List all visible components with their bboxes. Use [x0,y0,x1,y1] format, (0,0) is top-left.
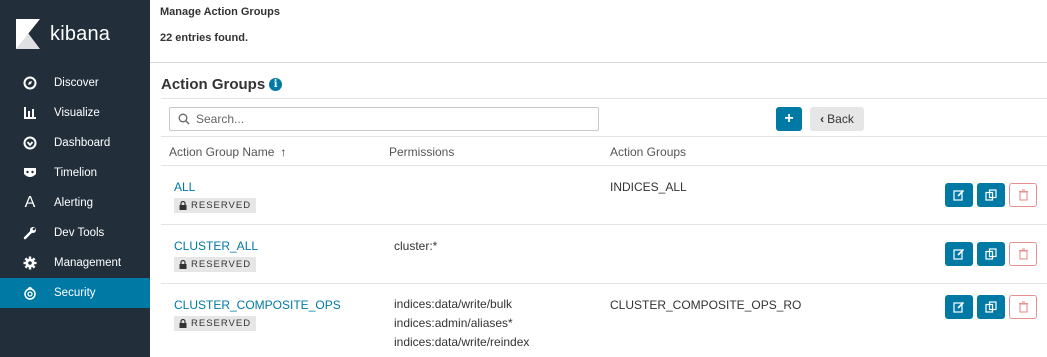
name-cell: CLUSTER_COMPOSITE_OPS RESERVED [174,298,341,331]
column-header-permissions[interactable]: Permissions [389,145,454,159]
table-header: Action Group Name ↑ Permissions Action Gr… [161,137,1047,166]
trash-icon [1018,189,1028,201]
table-toolbar: + ‹ Back [161,99,1047,137]
duplicate-button[interactable] [977,295,1005,319]
reserved-badge: RESERVED [174,198,257,213]
security-icon [22,285,38,301]
lock-icon [179,260,187,269]
column-header-label: Action Group Name [169,145,275,159]
copy-icon [985,248,997,260]
alerting-icon: A [24,194,36,211]
logo-text: kibana [50,22,111,45]
permissions-cell: cluster:* [394,239,438,253]
delete-button[interactable] [1009,242,1037,266]
reserved-label: RESERVED [191,200,252,211]
add-action-group-button[interactable]: + [776,107,802,131]
page-title: Manage Action Groups [160,6,280,18]
table-row: ALL RESERVED INDICES_ALL [161,166,1047,225]
reserved-label: RESERVED [191,318,252,329]
sidebar: kibana Discover Visualize Dashboard Time… [0,0,150,357]
permission-item: indices:data/write/bulk [394,297,513,311]
sidebar-item-management[interactable]: Management [0,248,150,278]
name-cell: ALL RESERVED [174,180,257,213]
edit-button[interactable] [945,242,973,266]
permission-item: indices:admin/aliases* [394,316,513,330]
page-header: Manage Action Groups 22 entries found. [150,0,1047,63]
sidebar-item-timelion[interactable]: Timelion [0,158,150,188]
duplicate-button[interactable] [977,242,1005,266]
copy-icon [985,189,997,201]
lock-icon [179,319,187,328]
main-content: Manage Action Groups 22 entries found. A… [150,0,1047,357]
lock-icon [179,201,187,210]
section-title-text: Action Groups [161,76,266,93]
entries-count: 22 entries found. [160,32,249,44]
column-header-name[interactable]: Action Group Name ↑ [169,145,286,159]
back-button-label: Back [827,112,854,126]
compass-icon [22,75,38,91]
bar-chart-icon [22,105,38,121]
sidebar-item-dev-tools[interactable]: Dev Tools [0,218,150,248]
copy-icon [985,301,997,313]
duplicate-button[interactable] [977,183,1005,207]
sidebar-item-label: Timelion [54,167,98,179]
row-actions [945,183,1037,207]
action-group-link[interactable]: ALL [174,180,256,194]
edit-icon [953,248,965,260]
sidebar-item-label: Discover [54,77,99,89]
table-row: CLUSTER_ALL RESERVED cluster:* [161,225,1047,284]
search-icon [178,113,190,125]
kibana-logo[interactable]: kibana [0,0,150,68]
row-actions [945,242,1037,266]
delete-button[interactable] [1009,295,1037,319]
chevron-left-icon: ‹ [820,112,825,126]
reserved-badge: RESERVED [174,316,257,331]
reserved-badge: RESERVED [174,257,257,272]
sidebar-item-label: Dev Tools [54,227,105,239]
sidebar-item-label: Dashboard [54,137,111,149]
trash-icon [1018,301,1028,313]
column-header-action-groups[interactable]: Action Groups [610,145,686,159]
search-box[interactable] [169,107,599,131]
sidebar-item-label: Management [54,257,122,269]
wrench-icon [22,225,38,241]
table-row: CLUSTER_COMPOSITE_OPS RESERVED indices:d… [161,284,1047,356]
sidebar-item-label: Alerting [54,197,93,209]
info-icon[interactable]: i [269,78,283,91]
sidebar-item-discover[interactable]: Discover [0,68,150,98]
action-groups-panel: + ‹ Back Action Group Name ↑ Permissions … [161,98,1047,357]
gear-icon [22,255,38,271]
edit-icon [953,301,965,313]
row-actions [945,295,1037,319]
dashboard-icon [22,135,38,151]
timelion-icon [22,165,38,181]
edit-icon [953,189,965,201]
reserved-label: RESERVED [191,259,252,270]
sidebar-item-label: Visualize [54,107,100,119]
trash-icon [1018,248,1028,260]
name-cell: CLUSTER_ALL RESERVED [174,239,258,272]
sidebar-item-security[interactable]: Security [0,278,150,308]
sidebar-item-visualize[interactable]: Visualize [0,98,150,128]
permissions-cell: indices:data/write/bulk indices:admin/al… [394,295,529,352]
back-button[interactable]: ‹ Back [810,107,864,131]
action-group-link[interactable]: CLUSTER_ALL [174,239,258,253]
search-input[interactable] [196,112,576,126]
edit-button[interactable] [945,295,973,319]
action-groups-cell: CLUSTER_COMPOSITE_OPS_RO [610,298,802,312]
edit-button[interactable] [945,183,973,207]
action-group-link[interactable]: CLUSTER_COMPOSITE_OPS [174,298,341,312]
sidebar-item-label: Security [54,287,96,299]
delete-button[interactable] [1009,183,1037,207]
action-groups-cell: INDICES_ALL [610,180,687,194]
sidebar-item-dashboard[interactable]: Dashboard [0,128,150,158]
section-title: Action Groups i [161,76,283,93]
kibana-logo-icon [16,19,40,49]
sort-ascending-icon[interactable]: ↑ [280,145,286,159]
sidebar-item-alerting[interactable]: A Alerting [0,188,150,218]
permission-item: indices:data/write/reindex [394,335,530,349]
